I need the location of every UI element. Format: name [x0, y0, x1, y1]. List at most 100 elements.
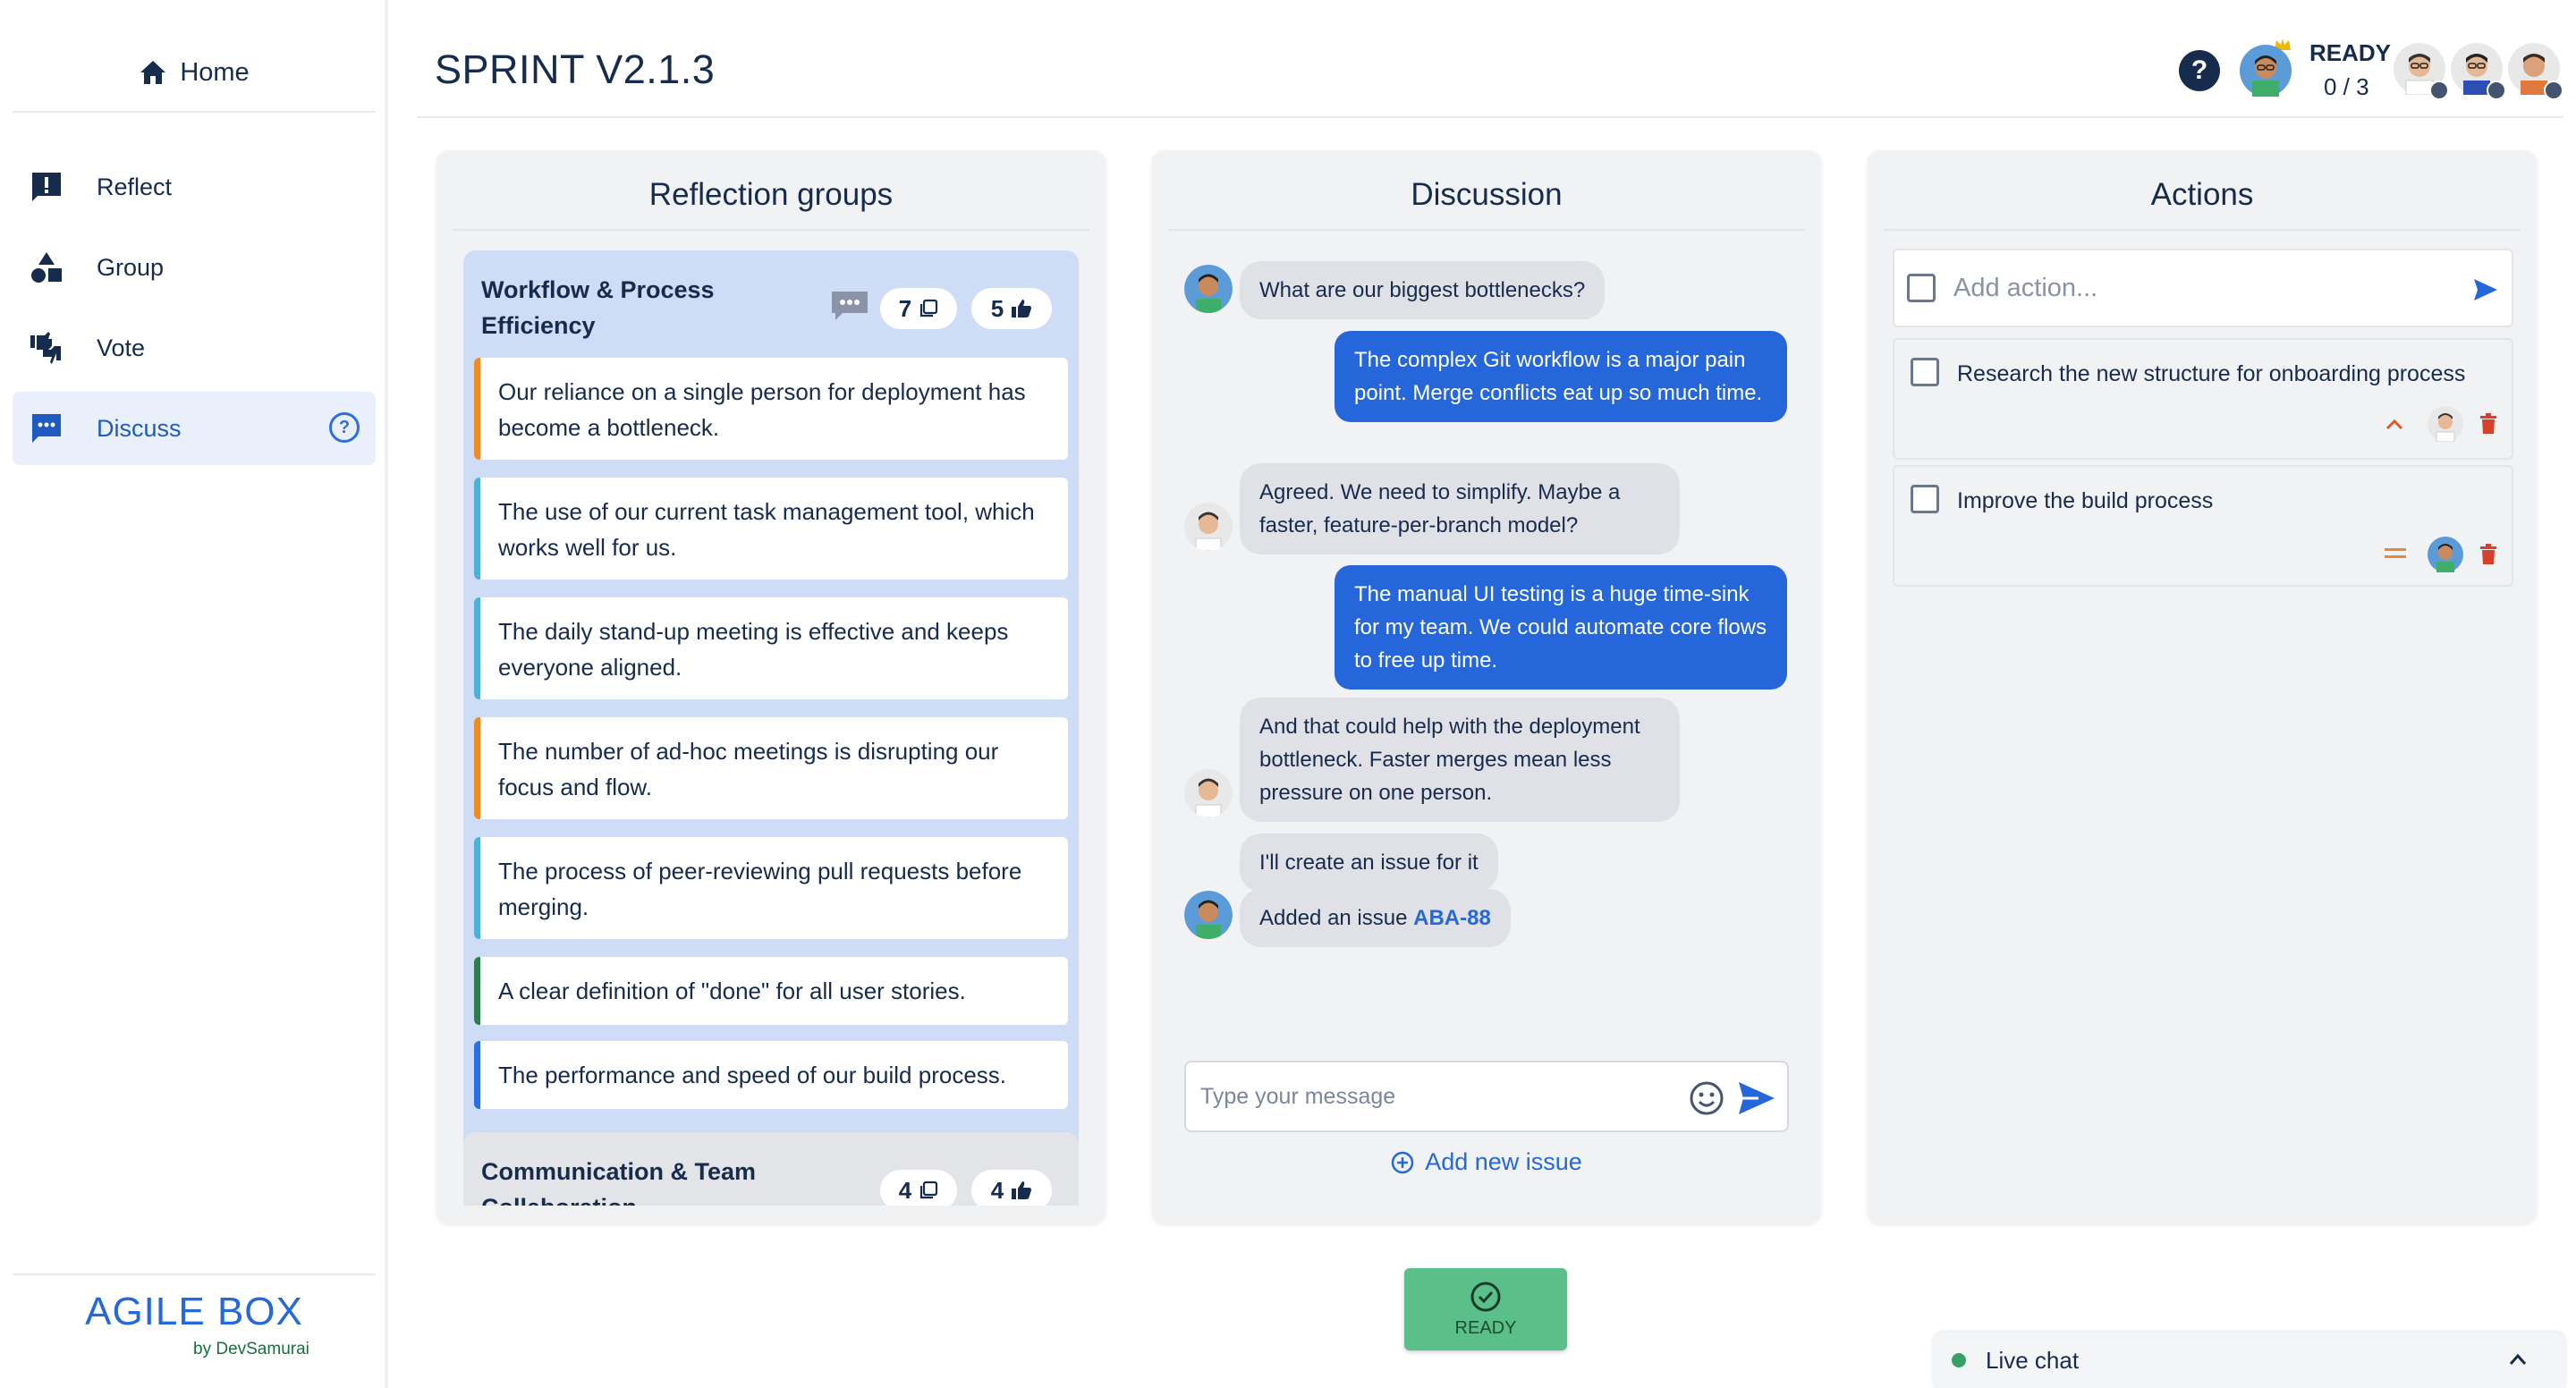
- online-status-dot: [1952, 1353, 1966, 1367]
- reflection-group[interactable]: Workflow & Process Efficiency 7 5 Our re…: [463, 250, 1079, 1113]
- message-text: And that could help with the deployment …: [1259, 715, 1640, 805]
- comment-icon[interactable]: [830, 290, 869, 322]
- send-icon[interactable]: [1737, 1080, 1776, 1116]
- action-checkbox[interactable]: [1907, 274, 1936, 302]
- card-text: Our reliance on a single person for depl…: [498, 378, 1026, 441]
- sidebar-item-vote[interactable]: Vote: [13, 311, 376, 385]
- message-text: What are our biggest bottlenecks?: [1259, 278, 1586, 302]
- participant-avatar[interactable]: [2508, 43, 2563, 100]
- avatar: [1184, 265, 1233, 313]
- panel-bottom: [436, 1206, 1106, 1223]
- home-icon: [140, 61, 166, 84]
- message-placeholder: Type your message: [1200, 1084, 1396, 1109]
- sidebar-item-label: Vote: [97, 334, 146, 361]
- sidebar-item-label: Group: [97, 253, 165, 281]
- chat-message: Agreed. We need to simplify. Maybe a fas…: [1240, 463, 1680, 554]
- votes-count: 4: [990, 1176, 1004, 1204]
- help-icon[interactable]: ?: [2179, 50, 2220, 91]
- action-item[interactable]: Improve the build process: [1893, 465, 2513, 587]
- chat-message: And that could help with the deployment …: [1240, 698, 1680, 822]
- priority-medium-icon[interactable]: [2385, 547, 2406, 560]
- message-text: Added an issue: [1259, 906, 1408, 930]
- reflection-card[interactable]: The use of our current task management t…: [474, 478, 1068, 580]
- panel-divider: [453, 229, 1089, 231]
- sidebar: Home Reflect Group Vote Discuss ? AGILE …: [0, 0, 388, 1388]
- message-text: The complex Git workflow is a major pain…: [1354, 348, 1763, 405]
- panel-title: Reflection groups: [648, 177, 894, 212]
- issue-link[interactable]: ABA-88: [1413, 906, 1491, 930]
- add-circle-icon: [1391, 1151, 1414, 1173]
- panel-divider: [1168, 229, 1805, 231]
- discuss-icon: [29, 410, 64, 446]
- avatar: [2240, 45, 2292, 97]
- message-text: The manual UI testing is a huge time-sin…: [1354, 582, 1767, 673]
- cards-count: 4: [898, 1176, 912, 1204]
- participant-avatar[interactable]: [2394, 43, 2449, 100]
- facilitator-avatar[interactable]: [2240, 38, 2293, 97]
- emoji-icon[interactable]: [1689, 1080, 1724, 1116]
- home-link[interactable]: Home: [0, 43, 388, 102]
- add-action-input[interactable]: Add action...: [1893, 249, 2513, 327]
- action-text: Improve the build process: [1957, 488, 2214, 513]
- action-text: Research the new structure for onboardin…: [1957, 361, 2466, 386]
- trash-icon[interactable]: [2479, 413, 2497, 435]
- assignee-avatar[interactable]: [2428, 406, 2463, 442]
- reflection-card[interactable]: Our reliance on a single person for depl…: [474, 358, 1068, 460]
- brand-name: AGILE BOX: [85, 1290, 303, 1333]
- page-title: SPRINT V2.1.3: [435, 47, 716, 92]
- ready-button-label: READY: [1454, 1317, 1517, 1338]
- chat-message: What are our biggest bottlenecks?: [1240, 261, 1606, 319]
- cards-count-chip: 7: [880, 288, 957, 329]
- reflection-card[interactable]: A clear definition of "done" for all use…: [474, 957, 1068, 1025]
- reflection-card[interactable]: The number of ad-hoc meetings is disrupt…: [474, 717, 1068, 819]
- ready-status-label: READY: [2309, 39, 2392, 66]
- reflection-card[interactable]: The process of peer-reviewing pull reque…: [474, 837, 1068, 939]
- chat-message-own: The manual UI testing is a huge time-sin…: [1335, 565, 1787, 690]
- live-chat-bar[interactable]: Live chat: [1934, 1333, 2565, 1388]
- votes-count-chip: 5: [971, 288, 1052, 329]
- chevron-up-icon[interactable]: [2508, 1352, 2528, 1367]
- chat-message-own: The complex Git workflow is a major pain…: [1335, 331, 1787, 422]
- cards-count: 7: [898, 294, 912, 322]
- avatar: [1184, 891, 1233, 939]
- sidebar-divider: [13, 111, 376, 113]
- reflection-card[interactable]: The performance and speed of our build p…: [474, 1041, 1068, 1109]
- send-icon[interactable]: [2472, 277, 2499, 302]
- action-item[interactable]: Research the new structure for onboardin…: [1893, 338, 2513, 460]
- card-text: The performance and speed of our build p…: [498, 1062, 1007, 1088]
- vote-thumbs-icon: [29, 330, 64, 366]
- add-new-issue-button[interactable]: Add new issue: [1152, 1148, 1821, 1176]
- votes-count-chip: 4: [971, 1170, 1052, 1206]
- brand-logo: AGILE BOX by DevSamurai: [0, 1290, 388, 1358]
- group-title: Communication & Team Collaboration: [481, 1158, 757, 1206]
- group-title: Workflow & Process Efficiency: [481, 276, 715, 339]
- participant-avatar[interactable]: [2451, 43, 2506, 100]
- action-checkbox[interactable]: [1911, 358, 1939, 386]
- trash-icon[interactable]: [2479, 544, 2497, 565]
- action-checkbox[interactable]: [1911, 485, 1939, 513]
- card-text: The number of ad-hoc meetings is disrupt…: [498, 738, 999, 800]
- reflect-icon: [29, 169, 64, 205]
- reflection-card[interactable]: The daily stand-up meeting is effective …: [474, 597, 1068, 699]
- panel-title: Actions: [2150, 177, 2254, 212]
- chat-message: Added an issue ABA-88: [1240, 889, 1511, 947]
- discuss-help-icon[interactable]: ?: [329, 412, 360, 443]
- check-circle-icon: [1470, 1282, 1501, 1311]
- sidebar-item-label: Discuss: [97, 414, 182, 442]
- sidebar-item-discuss[interactable]: Discuss ?: [13, 392, 376, 465]
- panel-title: Discussion: [1411, 177, 1563, 212]
- ready-button[interactable]: READY: [1404, 1268, 1567, 1350]
- sidebar-item-reflect[interactable]: Reflect: [13, 150, 376, 224]
- message-text: I'll create an issue for it: [1259, 851, 1479, 875]
- message-input[interactable]: Type your message: [1184, 1061, 1789, 1132]
- cards-count-chip: 4: [880, 1170, 957, 1206]
- assignee-avatar[interactable]: [2428, 537, 2463, 572]
- priority-high-icon[interactable]: [2385, 417, 2404, 431]
- sidebar-divider: [13, 1274, 376, 1275]
- thumbs-up-icon: [1012, 300, 1032, 317]
- ready-status-count: 0 / 3: [2324, 73, 2369, 100]
- reflection-group[interactable]: Communication & Team Collaboration 4 4: [463, 1132, 1079, 1206]
- sidebar-item-group[interactable]: Group: [13, 231, 376, 304]
- panel-divider: [1884, 229, 2521, 231]
- avatar: [1184, 503, 1233, 551]
